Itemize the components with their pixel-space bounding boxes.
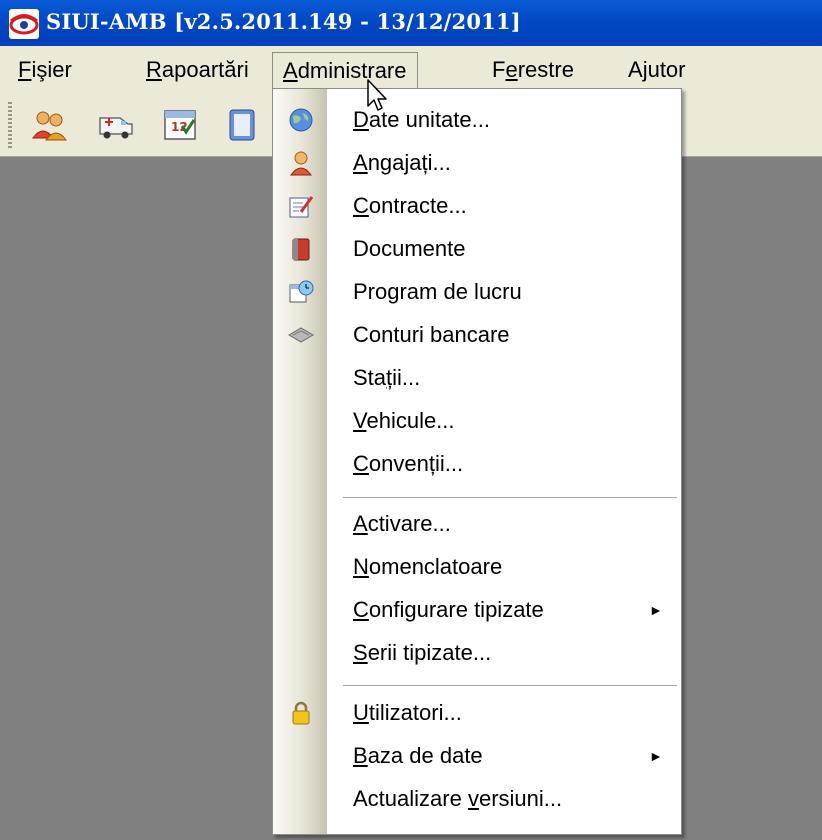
menu-ferestre[interactable]: Ferestre — [492, 52, 574, 88]
submenu-arrow-icon: ► — [649, 748, 663, 764]
card-icon — [288, 327, 314, 343]
menu-item-contracte[interactable]: Contracte... — [273, 185, 681, 227]
menu-item-statii[interactable]: Stații... — [273, 357, 681, 399]
contract-pen-icon — [289, 196, 314, 218]
menu-item-date-unitate[interactable]: Date unitate... — [273, 99, 681, 141]
calendar-icon[interactable]: 12 — [160, 104, 200, 144]
menu-item-utilizatori[interactable]: Utilizatori... — [273, 692, 681, 734]
person-icon — [290, 151, 312, 176]
ambulance-icon[interactable] — [96, 104, 136, 144]
menu-item-configurare-tipizate[interactable]: Configurare tipizate ► — [273, 589, 681, 631]
menu-rapoarte[interactable]: Rapoartări — [146, 52, 249, 88]
menu-item-conturi-bancare[interactable]: Conturi bancare — [273, 314, 681, 356]
menu-item-program-de-lucru[interactable]: Program de lucru — [273, 271, 681, 313]
lock-icon — [292, 701, 310, 725]
mouse-cursor-icon — [367, 79, 387, 111]
menu-separator — [343, 685, 677, 689]
menu-item-documente[interactable]: Documente — [273, 228, 681, 270]
globe-icon — [289, 108, 313, 132]
users-icon[interactable] — [30, 104, 70, 144]
menu-item-activare[interactable]: Activare... — [273, 503, 681, 545]
menu-item-nomenclatoare[interactable]: Nomenclatoare — [273, 546, 681, 588]
menu-item-conventii[interactable]: Convenții... — [273, 443, 681, 485]
menu-fisier[interactable]: Fişier — [18, 52, 72, 88]
submenu-arrow-icon: ► — [649, 602, 663, 618]
menu-item-vehicule[interactable]: Vehicule... — [273, 400, 681, 442]
menu-ajutor[interactable]: Ajutor — [628, 52, 686, 88]
schedule-icon — [289, 280, 314, 303]
administrare-dropdown: Date unitate... Angajați... Contracte...… — [272, 88, 682, 835]
menu-item-actualizare-versiuni[interactable]: Actualizare versiuni... — [273, 778, 681, 820]
window-title: SIUI-AMB [v2.5.2011.149 - 13/12/2011] — [46, 9, 521, 34]
menu-item-baza-de-date[interactable]: Baza de date ► — [273, 735, 681, 777]
title-bar[interactable]: SIUI-AMB [v2.5.2011.149 - 13/12/2011] — [0, 0, 822, 46]
book-icon — [292, 238, 310, 261]
menu-separator — [343, 497, 677, 501]
toolbar-grip[interactable] — [8, 102, 12, 148]
menu-item-angajati[interactable]: Angajați... — [273, 142, 681, 184]
menu-item-serii-tipizate[interactable]: Serii tipizate... — [273, 632, 681, 674]
app-eye-icon — [9, 9, 39, 39]
document-icon[interactable] — [224, 104, 264, 144]
